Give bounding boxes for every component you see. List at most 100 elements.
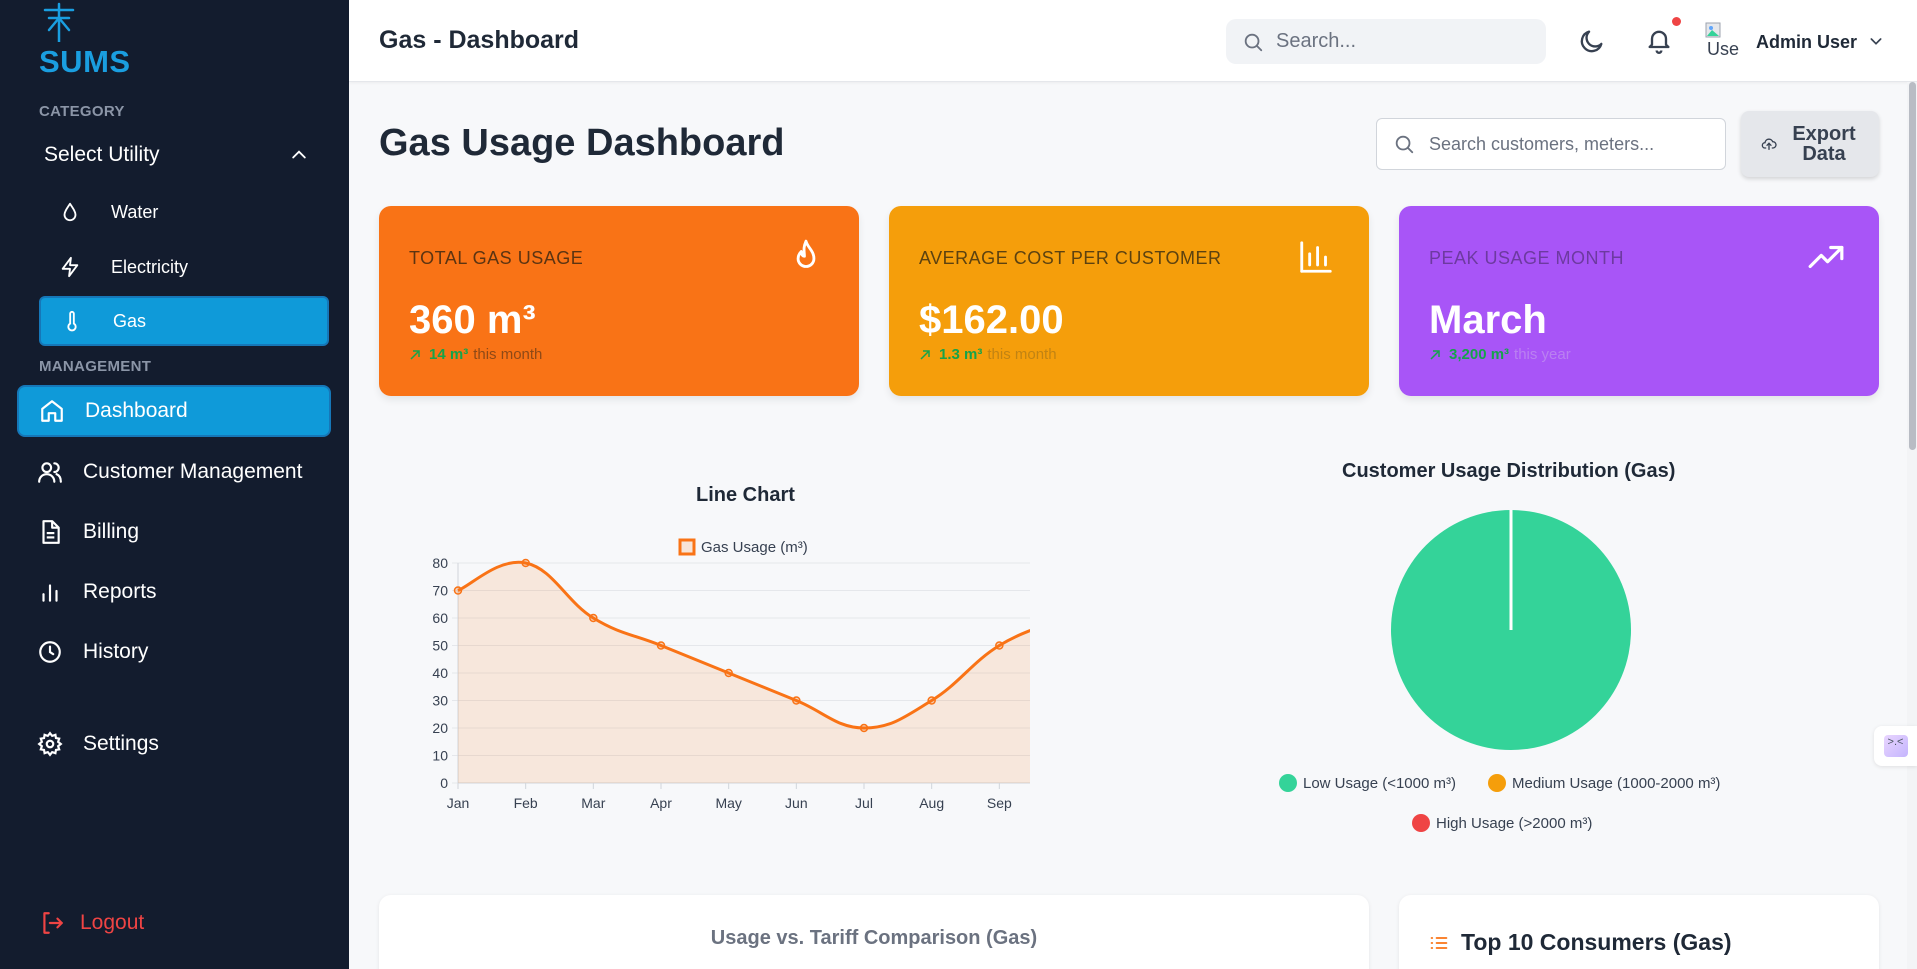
- user-name[interactable]: Admin User: [1756, 32, 1857, 53]
- utility-item-label: Water: [111, 201, 159, 222]
- users-icon: [37, 459, 63, 485]
- y-tick-label: 20: [432, 720, 448, 736]
- stat-trend: 3,200 m³ this year: [1429, 346, 1571, 363]
- stat-label: PEAK USAGE MONTH: [1429, 248, 1625, 268]
- chevron-down-icon[interactable]: [1868, 33, 1884, 49]
- select-utility-toggle[interactable]: Select Utility: [44, 140, 309, 170]
- flame-icon: [787, 238, 825, 276]
- utility-item-electricity[interactable]: Electricity: [39, 242, 329, 292]
- data-point-apr[interactable]: [656, 641, 666, 650]
- page-title: Gas Usage Dashboard: [379, 122, 785, 164]
- trending-up-icon: [1807, 238, 1845, 276]
- page-header-title: Gas - Dashboard: [379, 26, 580, 54]
- legend-swatch: [678, 538, 696, 556]
- notification-dot: [1672, 17, 1681, 26]
- stat-trend-period: this month: [987, 346, 1057, 363]
- floating-widget-button[interactable]: >.<: [1874, 726, 1917, 766]
- data-point-aug[interactable]: [927, 696, 936, 705]
- legend-label: Gas Usage (m³): [701, 539, 808, 556]
- logout-icon: [39, 910, 65, 936]
- list-icon: [1430, 936, 1448, 949]
- sidebar-item-label: Billing: [83, 520, 140, 543]
- line-chart-legend: Gas Usage (m³): [678, 538, 808, 556]
- y-tick-label: 80: [432, 555, 448, 571]
- moon-icon[interactable]: [1578, 27, 1606, 55]
- file-text-icon: [37, 519, 63, 545]
- app-logo[interactable]: SUMS: [39, 2, 130, 79]
- data-point-may[interactable]: [724, 668, 733, 678]
- logout-button[interactable]: Logout: [39, 910, 144, 936]
- y-tick-label: 60: [432, 610, 448, 626]
- legend-label: Low Usage (<1000 m³): [1303, 774, 1456, 792]
- x-tick-label: Feb: [514, 795, 538, 811]
- header-search-input[interactable]: [1276, 30, 1516, 53]
- sidebar-item-history[interactable]: History: [17, 626, 331, 678]
- widget-icon: >.<: [1883, 735, 1908, 757]
- logout-label: Logout: [80, 911, 145, 934]
- pie-legend-item-medium[interactable]: Medium Usage (1000-2000 m³): [1488, 774, 1720, 792]
- utility-item-water[interactable]: Water: [39, 187, 329, 237]
- stat-card-total-usage: TOTAL GAS USAGE 360 m³ 14 m³ this month: [379, 206, 859, 396]
- sidebar-item-label: History: [83, 640, 149, 663]
- stat-label: AVERAGE COST PER CUSTOMER: [919, 248, 1222, 268]
- x-tick-label: Jan: [447, 795, 470, 811]
- stat-value: 360 m³: [409, 298, 536, 342]
- top-consumers-card: Top 10 Consumers (Gas): [1399, 895, 1879, 969]
- x-tick-label: Mar: [581, 795, 605, 811]
- pie-chart: [1391, 510, 1631, 750]
- y-tick-label: 0: [440, 775, 448, 791]
- data-point-jan[interactable]: [453, 586, 463, 595]
- stat-trend: 1.3 m³ this month: [919, 346, 1057, 363]
- stat-trend-amount: 1.3 m³: [939, 346, 983, 363]
- sidebar-item-dashboard[interactable]: Dashboard: [17, 385, 331, 437]
- x-tick-label: Jul: [855, 795, 873, 811]
- avatar[interactable]: Use: [1705, 22, 1743, 60]
- sidebar-item-label: Reports: [83, 580, 157, 603]
- stat-trend-period: this month: [473, 346, 543, 363]
- x-tick-label: Aug: [919, 795, 944, 811]
- export-data-button[interactable]: Export Data: [1741, 111, 1879, 177]
- data-point-jul[interactable]: [859, 723, 869, 733]
- chevron-up-icon: [292, 150, 306, 159]
- top-consumers-title: Top 10 Consumers (Gas): [1461, 929, 1732, 955]
- sidebar-item-settings[interactable]: Settings: [17, 718, 331, 770]
- bell-icon[interactable]: [1645, 26, 1673, 54]
- data-point-sep[interactable]: [995, 641, 1004, 650]
- y-tick-label: 50: [432, 638, 448, 654]
- zap-icon: [59, 256, 81, 278]
- export-data-label: Export Data: [1792, 123, 1856, 165]
- app-name: SUMS: [39, 44, 131, 79]
- droplet-icon: [59, 201, 81, 223]
- avatar-alt-text: Use: [1707, 39, 1740, 59]
- pie-legend-item-high[interactable]: High Usage (>2000 m³): [1412, 814, 1592, 832]
- clock-icon: [37, 639, 63, 665]
- data-point-mar[interactable]: [589, 613, 598, 623]
- customer-search-input[interactable]: [1429, 133, 1719, 155]
- stat-card-average-cost: AVERAGE COST PER CUSTOMER $162.00 1.3 m³…: [889, 206, 1369, 396]
- customer-search[interactable]: [1376, 118, 1726, 170]
- legend-swatch: [1412, 814, 1430, 832]
- data-point-feb[interactable]: [521, 558, 530, 568]
- sidebar-item-customer-management[interactable]: Customer Management: [17, 446, 331, 498]
- utility-item-gas[interactable]: Gas: [39, 296, 329, 346]
- y-tick-label: 10: [432, 748, 448, 764]
- scrollbar-thumb[interactable]: [1909, 82, 1916, 450]
- sidebar-item-billing[interactable]: Billing: [17, 506, 331, 558]
- pie-legend-item-low[interactable]: Low Usage (<1000 m³): [1279, 774, 1456, 792]
- legend-label: High Usage (>2000 m³): [1436, 814, 1593, 832]
- y-tick-label: 70: [432, 583, 448, 599]
- data-point-jun[interactable]: [792, 696, 801, 705]
- bar-chart-icon: [37, 579, 63, 605]
- sidebar-item-reports[interactable]: Reports: [17, 566, 331, 618]
- legend-swatch: [1279, 774, 1297, 792]
- utility-pole-icon: [43, 2, 75, 42]
- legend-label: Medium Usage (1000-2000 m³): [1512, 774, 1721, 792]
- header-search[interactable]: [1226, 19, 1546, 64]
- sidebar-item-label: Customer Management: [83, 460, 303, 483]
- broken-image-icon: [1705, 22, 1721, 38]
- search-icon: [1242, 31, 1264, 53]
- stat-value: $162.00: [919, 298, 1064, 342]
- top-consumers-header: Top 10 Consumers (Gas): [1429, 929, 1732, 956]
- x-tick-label: Jun: [785, 795, 808, 811]
- tariff-comparison-title: Usage vs. Tariff Comparison (Gas): [710, 927, 1038, 949]
